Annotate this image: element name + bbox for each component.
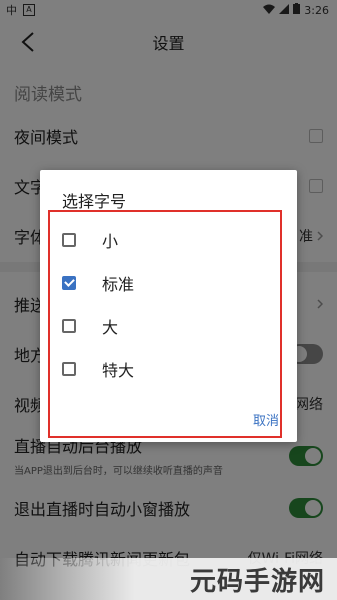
checkbox-checked[interactable]	[62, 276, 76, 290]
watermark-text: 元码手游网	[189, 566, 325, 597]
option-label: 标准	[102, 275, 135, 294]
checkbox[interactable]	[62, 319, 76, 333]
watermark-banner: 元码手游网	[0, 558, 337, 600]
checkbox[interactable]	[62, 233, 76, 247]
option-label: 小	[102, 232, 119, 251]
option-extra-large[interactable]: 特大	[62, 349, 262, 389]
option-standard[interactable]: 标准	[62, 263, 262, 303]
option-large[interactable]: 大	[62, 306, 262, 346]
option-label: 特大	[102, 361, 135, 380]
cancel-button[interactable]: 取消	[253, 410, 279, 429]
checkbox[interactable]	[62, 362, 76, 376]
font-size-dialog: 选择字号 小 标准 大 特大 取消	[40, 170, 297, 442]
dialog-title: 选择字号	[62, 192, 127, 211]
option-small[interactable]: 小	[62, 220, 262, 260]
option-label: 大	[102, 318, 119, 337]
